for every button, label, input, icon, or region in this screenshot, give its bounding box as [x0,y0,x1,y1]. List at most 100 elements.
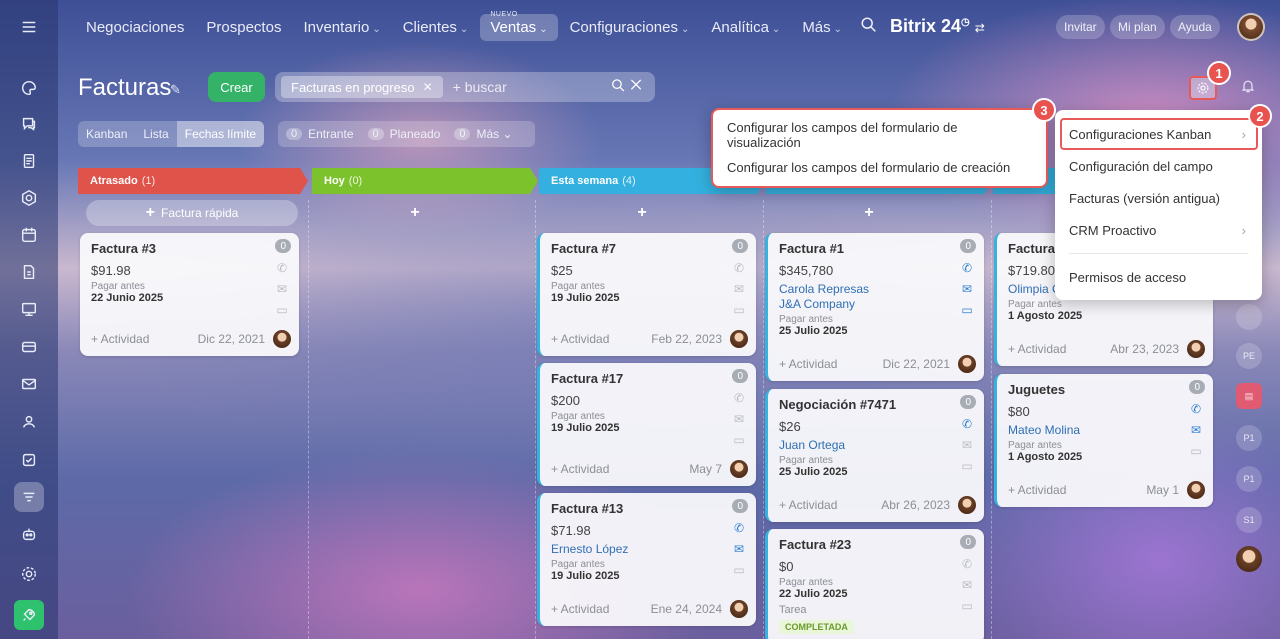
tab-lista[interactable]: Lista [135,121,176,147]
nav-ventas[interactable]: NUEVO Ventas ⌄ [480,11,558,41]
tab-fechas-limite[interactable]: Fechas límite [176,121,265,147]
mail-icon[interactable]: ✉ [275,282,289,303]
contact-card-icon[interactable]: ▤ [1236,383,1262,409]
search-input[interactable]: + buscar [453,79,507,95]
add-card-button[interactable]: + [772,200,972,226]
filter-search-box[interactable]: Facturas en progreso ✕ + buscar [275,72,655,102]
add-activity-link[interactable]: + Actividad [779,498,881,512]
card-negociacion-7471[interactable]: Negociación #7471 0 $26 Juan Ortega Paga… [765,389,984,522]
avatar[interactable] [273,330,291,348]
checkbox-icon[interactable] [14,445,44,475]
mail-icon[interactable]: ✉ [960,438,974,459]
phone-icon[interactable]: ✆ [732,391,746,412]
palette-icon[interactable] [14,73,44,103]
phone-icon[interactable]: ✆ [960,557,974,578]
add-card-button[interactable]: + [545,200,745,226]
avatar[interactable] [1187,481,1205,499]
mail-icon[interactable]: ✉ [732,282,746,303]
avatar[interactable] [730,330,748,348]
menu-item-create-form-fields[interactable]: Configurar los campos del formulario de … [727,153,1032,181]
file-icon[interactable] [14,257,44,287]
menu-item-field-settings[interactable]: Configuración del campo [1069,152,1248,180]
add-activity-link[interactable]: + Actividad [1008,483,1146,497]
mail-icon[interactable] [14,369,44,399]
search-clear-icons[interactable] [611,78,645,95]
help-button[interactable]: Ayuda [1170,15,1220,39]
card-factura-23[interactable]: Factura #23 0 $0 Pagar antes 22 Julio 20… [765,529,984,639]
document-icon[interactable] [14,146,44,176]
phone-icon[interactable]: ✆ [732,521,746,542]
avatar[interactable]: S1 [1236,507,1262,533]
settings-icon[interactable] [14,559,44,589]
hexagon-icon[interactable] [14,183,44,213]
avatar[interactable] [730,600,748,618]
menu-icon[interactable] [14,12,44,42]
brand-logo[interactable]: Bitrix 24◷ ⇄ [890,16,985,37]
chat-icon[interactable] [14,109,44,139]
card-title[interactable]: Factura #17 [551,371,745,386]
pin-icon[interactable]: ✎ [170,82,181,98]
add-activity-link[interactable]: + Actividad [1008,342,1110,356]
avatar[interactable] [730,460,748,478]
chat-icon[interactable]: ▭ [1189,444,1203,465]
avatar[interactable]: P1 [1236,425,1262,451]
add-activity-link[interactable]: + Actividad [551,332,651,346]
my-plan-button[interactable]: Mi plan [1110,15,1165,39]
menu-item-kanban-settings[interactable]: Configuraciones Kanban › [1069,120,1248,148]
card-factura-17[interactable]: Factura #17 0 $200 Pagar antes 19 Julio … [537,363,756,486]
counter-planeado[interactable]: 0 Planeado [367,127,440,141]
menu-item-view-form-fields[interactable]: Configurar los campos del formulario de … [727,120,1032,150]
bell-icon[interactable] [1240,78,1256,98]
chat-icon[interactable]: ▭ [960,303,974,324]
mail-icon[interactable]: ✉ [1189,423,1203,444]
chat-icon[interactable]: ▭ [732,433,746,454]
counter-entrante[interactable]: 0 Entrante [286,127,354,141]
crm-funnel-icon[interactable] [14,482,44,512]
chat-icon[interactable]: ▭ [960,459,974,480]
add-card-button[interactable]: + [318,200,518,226]
menu-item-access-permissions[interactable]: Permisos de acceso [1069,263,1248,291]
avatar[interactable]: P1 [1236,466,1262,492]
invite-button[interactable]: Invitar [1056,15,1105,39]
menu-item-proactive-crm[interactable]: CRM Proactivo › [1069,216,1248,244]
phone-icon[interactable]: ✆ [1189,402,1203,423]
rocket-icon[interactable] [14,600,44,630]
nav-configuraciones[interactable]: Configuraciones ⌄ [560,14,700,41]
nav-prospectos[interactable]: Prospectos [196,14,291,41]
phone-icon[interactable]: ✆ [275,261,289,282]
robot-icon[interactable] [14,519,44,549]
chat-icon[interactable]: ▭ [732,303,746,324]
chat-icon[interactable]: ▭ [960,599,974,620]
mail-icon[interactable]: ✉ [960,578,974,599]
avatar[interactable] [958,355,976,373]
card-icon[interactable] [14,332,44,362]
card-factura-3[interactable]: Factura #3 0 $91.98 Pagar antes 22 Junio… [80,233,299,356]
card-title[interactable]: Factura #13 [551,501,745,516]
counter-mas[interactable]: 0 Más ⌄ [454,127,513,141]
nav-analitica[interactable]: Analítica ⌄ [701,14,790,41]
add-activity-link[interactable]: + Actividad [91,332,198,346]
avatar[interactable] [1187,340,1205,358]
column-hoy[interactable]: Hoy (0) [312,168,538,194]
phone-icon[interactable]: ✆ [960,261,974,282]
search-icon[interactable] [860,16,880,36]
user-avatar[interactable] [1237,13,1265,41]
card-factura-13[interactable]: Factura #13 0 $71.98 Ernesto López Pagar… [537,493,756,626]
create-button[interactable]: Crear [208,72,265,102]
phone-icon[interactable]: ✆ [960,417,974,438]
card-client-link[interactable]: Ernesto López [551,542,745,556]
card-title[interactable]: Juguetes [1008,382,1202,397]
menu-item-old-invoices[interactable]: Facturas (versión antigua) [1069,184,1248,212]
close-icon[interactable]: ✕ [423,80,433,94]
card-client-link[interactable]: Mateo Molina [1008,423,1202,437]
nav-clientes[interactable]: Clientes ⌄ [393,14,479,41]
chat-icon[interactable]: ▭ [275,303,289,324]
avatar[interactable] [1236,304,1262,330]
tab-kanban[interactable]: Kanban [78,121,135,147]
card-client-link[interactable]: Carola Represas [779,282,973,296]
add-activity-link[interactable]: + Actividad [551,602,651,616]
mail-icon[interactable]: ✉ [960,282,974,303]
nav-negociaciones[interactable]: Negociaciones [76,14,194,41]
avatar[interactable] [1236,546,1262,572]
column-atrasado[interactable]: Atrasado (1) [78,168,308,194]
